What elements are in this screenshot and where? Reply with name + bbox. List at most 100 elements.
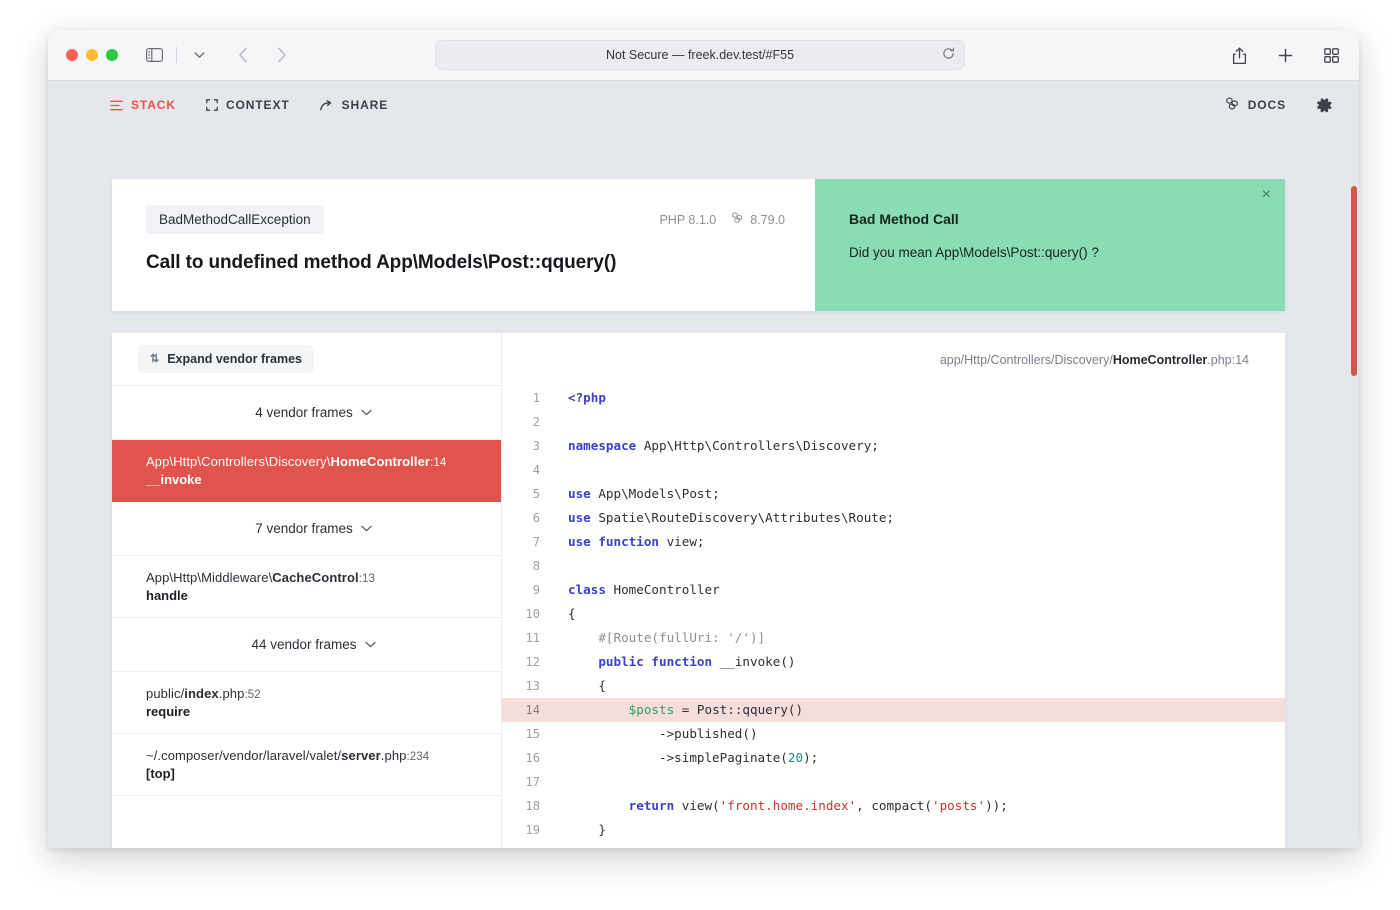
code-line-number: 7 (532, 535, 540, 549)
file-path-breadcrumb: app/Http/Controllers/Discovery/HomeContr… (502, 333, 1285, 386)
expand-vendor-frames-label: Expand vendor frames (167, 352, 302, 366)
code-line-number: 11 (525, 631, 540, 645)
laravel-logo-small-icon (732, 212, 744, 227)
tab-context[interactable]: CONTEXT (206, 98, 290, 112)
frame-path-name: index (184, 686, 219, 701)
docs-link[interactable]: DOCS (1225, 96, 1286, 114)
context-brackets-icon (206, 99, 218, 111)
code-line-number: 13 (525, 679, 540, 693)
stack-frame-row[interactable]: App\Http\Middleware\CacheControl:13 handl… (112, 556, 501, 618)
code-line-number: 4 (532, 463, 540, 477)
runtime-versions: PHP 8.1.0 8.79.0 (659, 212, 785, 227)
code-token: , compact( (856, 798, 932, 813)
code-line: 14 $posts = Post::qquery() (502, 698, 1285, 722)
close-icon[interactable]: × (1262, 187, 1271, 203)
minimize-window-button[interactable] (86, 49, 98, 61)
tab-context-label: CONTEXT (225, 98, 290, 112)
code-line-number: 20 (502, 842, 554, 848)
code-viewer: app/Http/Controllers/Discovery/HomeContr… (502, 333, 1285, 848)
code-token: public function (598, 654, 720, 669)
code-token: } (568, 822, 606, 837)
stack-frame-method: handle (146, 588, 188, 603)
chevron-down-icon[interactable] (185, 42, 213, 68)
code-token: <?php (568, 390, 606, 405)
stack-frame-method: [top] (146, 766, 175, 781)
page-scrollbar-track[interactable] (1348, 180, 1359, 848)
code-line: 7 use function view; (502, 530, 1285, 554)
laravel-version-group: 8.79.0 (732, 212, 785, 227)
vendor-frames-toggle[interactable]: 4 vendor frames (112, 386, 501, 440)
address-bar[interactable]: Not Secure — freek.dev.test/#F55 (435, 40, 965, 70)
expand-bar: ⇅ Expand vendor frames (112, 333, 501, 386)
back-arrow-icon[interactable] (229, 42, 257, 68)
app-content-area: BadMethodCallException PHP 8.1.0 8.79.0 … (48, 129, 1359, 848)
code-line-number: 14 (525, 703, 540, 717)
share-icon[interactable] (1225, 43, 1253, 69)
code-line: 20} (502, 842, 1285, 848)
desktop-background: Not Secure — freek.dev.test/#F55 STACK C… (0, 0, 1400, 910)
solution-card: × Bad Method Call Did you mean App\Model… (815, 179, 1285, 311)
stack-lines-icon (110, 100, 123, 111)
code-line-text: return view('front.home.index', compact(… (554, 794, 1008, 818)
code-token: namespace (568, 438, 644, 453)
frame-path-prefix: ~/.composer/vendor/laravel/valet/ (146, 748, 342, 763)
code-line: 17 (502, 770, 1285, 794)
tab-share[interactable]: SHARE (319, 98, 389, 112)
code-token: App\Http\Controllers\Discovery; (643, 438, 879, 453)
stack-and-code-panel: ⇅ Expand vendor frames 4 vendor frames Ap… (112, 333, 1285, 848)
exception-type-badge: BadMethodCallException (146, 205, 324, 234)
vendor-frames-toggle[interactable]: 7 vendor frames (112, 502, 501, 556)
code-line: 18 return view('front.home.index', compa… (502, 794, 1285, 818)
page-scrollbar[interactable] (1348, 180, 1359, 848)
code-line-text: <?php (554, 386, 606, 410)
code-line-number: 15 (525, 727, 540, 741)
plus-icon[interactable] (1271, 43, 1299, 69)
stack-frame-row[interactable]: ~/.composer/vendor/laravel/valet/server.… (112, 734, 501, 796)
sidebar-icon[interactable] (140, 42, 168, 68)
code-line: 19 } (502, 818, 1285, 842)
browser-titlebar: Not Secure — freek.dev.test/#F55 (48, 30, 1359, 81)
code-line-number: 10 (525, 607, 540, 621)
code-line: 15 ->published() (502, 722, 1285, 746)
code-line: 10 { (502, 602, 1285, 626)
close-window-button[interactable] (66, 49, 78, 61)
code-token: 'posts' (931, 798, 986, 813)
frame-path-suffix: .php (380, 748, 407, 763)
stack-frame-method: require (146, 704, 191, 719)
code-token: __invoke() (719, 654, 796, 669)
exception-message: Call to undefined method App\Models\Post… (146, 252, 617, 273)
vendor-frames-toggle[interactable]: 44 vendor frames (112, 618, 501, 672)
flare-app-header: STACK CONTEXT SHARE DOCS (48, 81, 1359, 129)
stack-frame-row[interactable]: public/index.php:52 require (112, 672, 501, 734)
code-line-text: { (554, 602, 576, 626)
tab-grid-icon[interactable] (1317, 43, 1345, 69)
tab-stack[interactable]: STACK (110, 98, 176, 112)
code-token: { (568, 678, 606, 693)
code-line-text: } (554, 842, 576, 848)
browser-window: Not Secure — freek.dev.test/#F55 STACK C… (48, 30, 1359, 848)
gear-icon[interactable] (1316, 97, 1333, 114)
toolbar-divider (176, 47, 177, 63)
code-token: class (568, 582, 614, 597)
url-text: Not Secure — freek.dev.test/#F55 (605, 48, 795, 62)
forward-arrow-icon[interactable] (267, 42, 295, 68)
code-line-number: 18 (525, 799, 540, 813)
page-scrollbar-thumb[interactable] (1351, 186, 1357, 376)
frame-path-prefix: App\Http\Controllers\Discovery\ (146, 454, 331, 469)
frame-path-suffix: .php (218, 686, 245, 701)
reload-icon[interactable] (942, 47, 955, 63)
app-header-actions: DOCS (1225, 81, 1333, 129)
file-name: HomeController (1112, 352, 1208, 367)
stack-frame-row[interactable]: App\Http\Controllers\Discovery\HomeContr… (112, 440, 501, 502)
code-token: use (568, 510, 599, 525)
solution-title: Bad Method Call (849, 211, 959, 227)
code-line-number: 16 (525, 751, 540, 765)
expand-vendor-frames-button[interactable]: ⇅ Expand vendor frames (138, 345, 314, 373)
code-line-number: 17 (525, 775, 540, 789)
code-token: ->simplePaginate( (568, 750, 788, 765)
zoom-window-button[interactable] (106, 49, 118, 61)
frame-line-number: :14 (430, 457, 447, 469)
